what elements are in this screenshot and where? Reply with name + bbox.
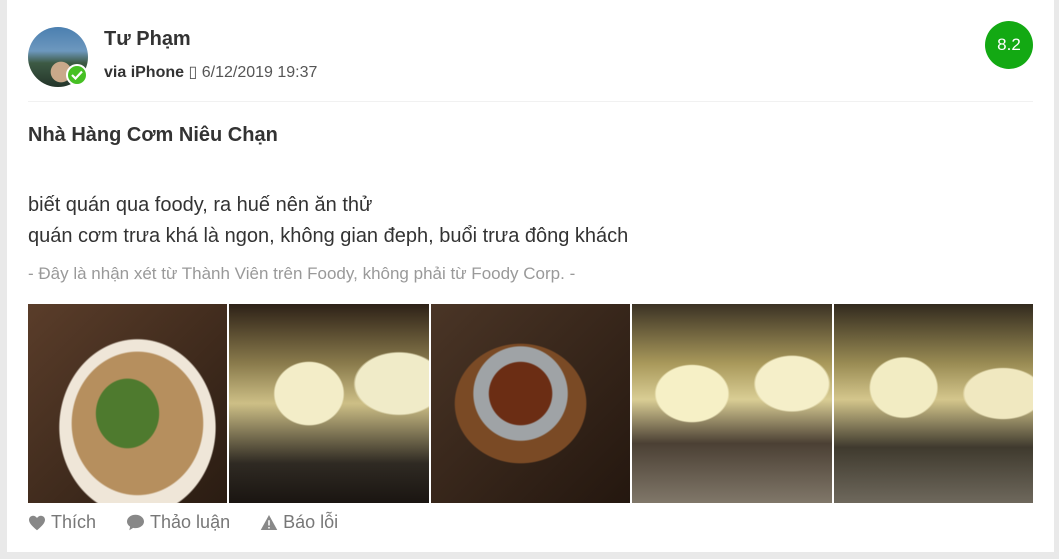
like-button[interactable]: Thích — [28, 512, 96, 533]
restaurant-interior-photo[interactable] — [229, 304, 429, 503]
check-badge-icon — [66, 64, 88, 86]
heart-icon — [29, 515, 45, 530]
review-card: Tư Phạm via iPhone ▯ 6/12/2019 19:37 8.2… — [7, 0, 1054, 552]
review-text-line: quán cơm trưa khá là ngon, không gian đe… — [28, 225, 629, 247]
review-actions: Thích Thảo luận Báo lỗi — [28, 512, 338, 533]
divider — [28, 101, 1033, 102]
disclaimer: - Đây là nhận xét từ Thành Viên trên Foo… — [28, 264, 576, 283]
score-badge: 8.2 — [985, 21, 1033, 69]
like-label: Thích — [51, 512, 97, 532]
author-name[interactable]: Tư Phạm — [104, 28, 191, 51]
warning-icon — [260, 515, 278, 530]
report-button[interactable]: Báo lỗi — [260, 512, 338, 533]
via-device: via iPhone — [104, 64, 185, 81]
discuss-button[interactable]: Thảo luận — [126, 512, 230, 533]
review-text-line: biết quán qua foody, ra huế nên ăn thử — [28, 194, 373, 216]
device-icon: ▯ — [188, 64, 198, 81]
dining-room-photo[interactable] — [632, 304, 832, 503]
review-timestamp: 6/12/2019 19:37 — [201, 64, 318, 81]
photo-gallery — [28, 304, 1034, 503]
dining-room-photo[interactable] — [833, 304, 1034, 503]
clay-pot-dish-photo[interactable] — [430, 304, 631, 503]
restaurant-title[interactable]: Nhà Hàng Cơm Niêu Chạn — [28, 124, 278, 147]
comment-icon — [127, 514, 145, 531]
discuss-label: Thảo luận — [150, 512, 231, 532]
review-body: biết quán qua foody, ra huế nên ăn thử q… — [28, 190, 628, 252]
report-label: Báo lỗi — [283, 512, 339, 532]
food-salad-photo[interactable] — [28, 304, 228, 503]
review-meta: via iPhone ▯ 6/12/2019 19:37 — [104, 62, 317, 82]
